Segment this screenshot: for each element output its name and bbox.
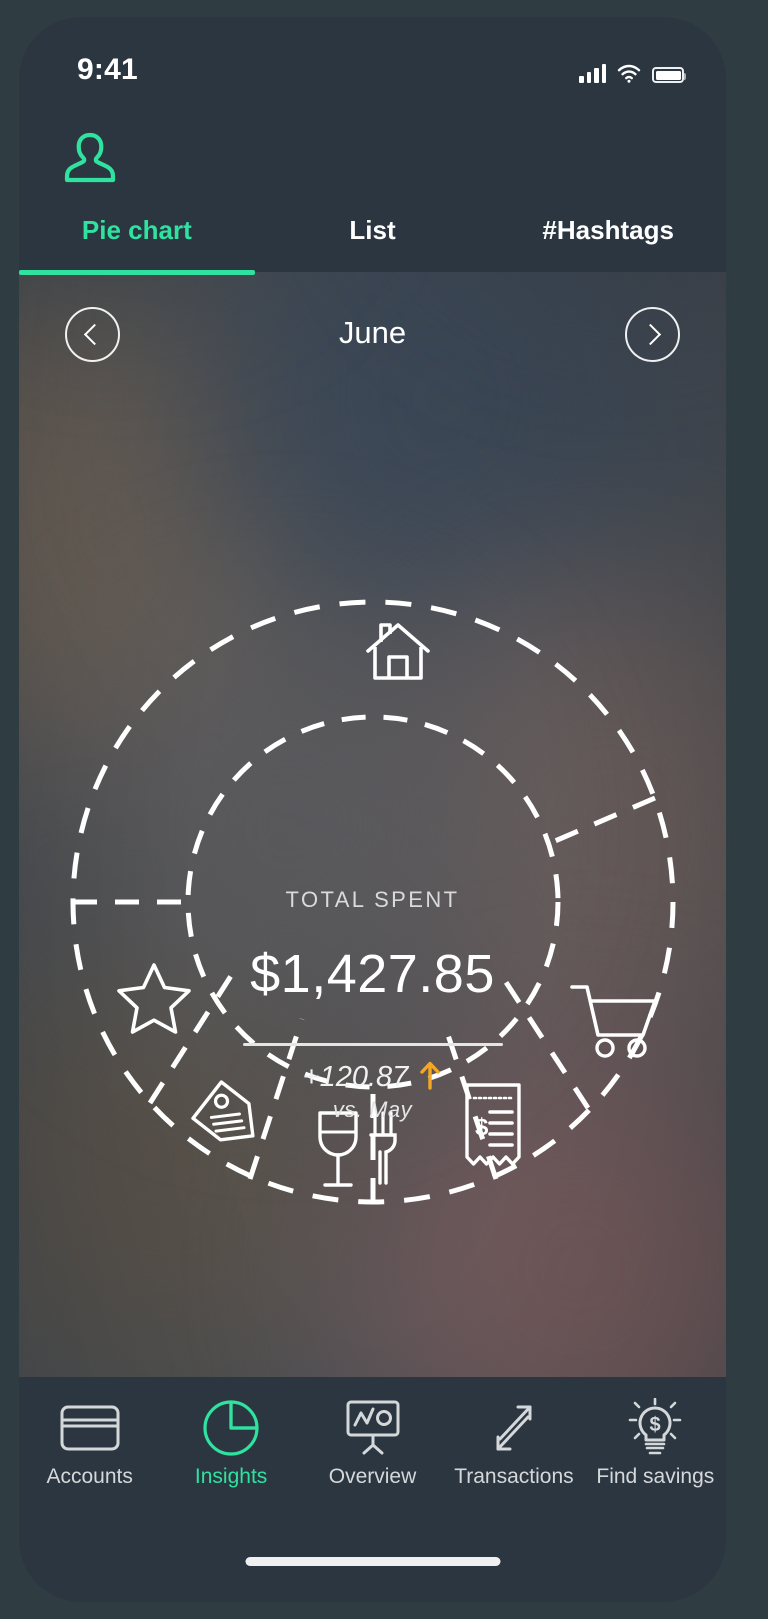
home-indicator[interactable] — [245, 1557, 500, 1566]
lightbulb-dollar-icon: $ — [585, 1397, 726, 1459]
delta-value: +120.87 — [303, 1061, 409, 1094]
pie-chart-icon — [160, 1397, 301, 1459]
bottom-navigation: Accounts Insights — [19, 1377, 726, 1602]
tab-bar: Pie chart List #Hashtags — [19, 207, 726, 272]
status-time: 9:41 — [77, 53, 138, 87]
nav-item-find-savings[interactable]: $ Find savings — [585, 1397, 726, 1489]
month-label: June — [19, 315, 726, 351]
screen: 9:41 — [0, 0, 768, 1619]
status-bar: 9:41 — [19, 17, 726, 95]
nav-label-find-savings: Find savings — [585, 1465, 726, 1489]
delta-row: +120.87 — [203, 1060, 543, 1095]
chevron-right-circle-icon[interactable] — [625, 307, 680, 362]
tab-hashtags-label: #Hashtags — [542, 215, 674, 245]
tab-pie-chart-label: Pie chart — [82, 215, 192, 245]
house-icon[interactable] — [359, 612, 437, 695]
battery-full-icon — [652, 67, 684, 83]
nav-label-accounts: Accounts — [19, 1465, 160, 1489]
nav-item-insights[interactable]: Insights — [160, 1397, 301, 1489]
tab-hashtags[interactable]: #Hashtags — [490, 207, 726, 272]
total-spent-amount: $1,427.85 — [203, 943, 543, 1005]
nav-item-transactions[interactable]: Transactions — [443, 1397, 584, 1489]
transfer-arrows-icon — [443, 1397, 584, 1459]
chart-board-icon — [302, 1397, 443, 1459]
credit-card-icon — [19, 1397, 160, 1459]
nav-item-accounts[interactable]: Accounts — [19, 1397, 160, 1489]
tab-pie-chart[interactable]: Pie chart — [19, 207, 255, 272]
arrow-up-icon — [418, 1060, 442, 1095]
total-spent-block: TOTAL SPENT $1,427.85 +120.87 vs. May — [203, 887, 543, 1123]
shopping-cart-icon[interactable] — [567, 975, 663, 1066]
tab-list[interactable]: List — [255, 207, 491, 272]
nav-label-overview: Overview — [302, 1465, 443, 1489]
month-navigation: June — [19, 279, 726, 397]
nav-item-overview[interactable]: Overview — [302, 1397, 443, 1489]
divider — [243, 1043, 503, 1046]
phone-frame: 9:41 — [19, 17, 726, 1602]
nav-label-insights: Insights — [160, 1465, 301, 1489]
wifi-icon — [617, 64, 641, 83]
profile-icon[interactable] — [63, 129, 117, 187]
svg-text:$: $ — [650, 1414, 661, 1436]
signal-bars-icon — [579, 63, 606, 83]
total-spent-label: TOTAL SPENT — [203, 887, 543, 913]
nav-label-transactions: Transactions — [443, 1465, 584, 1489]
comparison-label: vs. May — [203, 1097, 543, 1123]
star-icon[interactable] — [114, 957, 194, 1040]
tab-list-label: List — [349, 215, 395, 245]
pie-chart[interactable]: $ TOTAL SPENT $1,427.85 +120.87 — [19, 557, 726, 1257]
